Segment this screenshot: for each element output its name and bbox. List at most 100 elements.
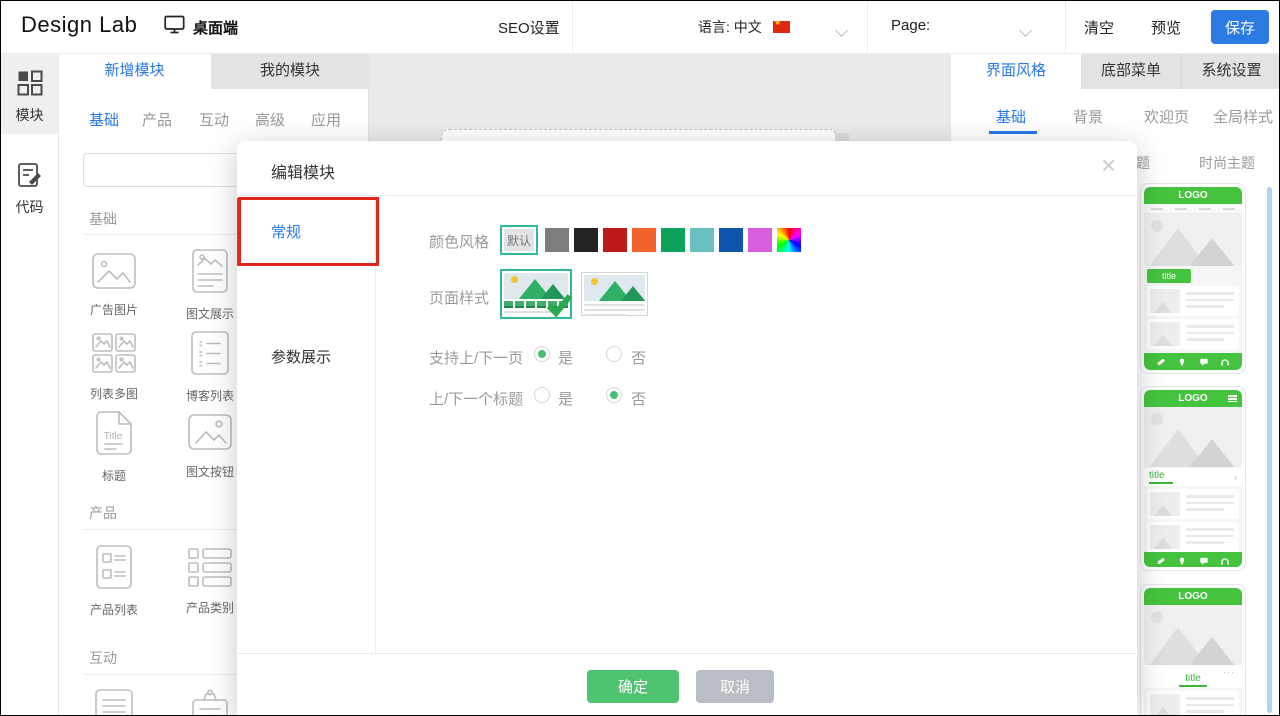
nav-dashes bbox=[1144, 204, 1242, 214]
subtab-apps[interactable]: 应用 bbox=[311, 109, 341, 130]
sidebar-item-label: 代码 bbox=[1, 197, 58, 217]
clear-button[interactable]: 清空 bbox=[1084, 17, 1114, 38]
seo-settings-button[interactable]: SEO设置 bbox=[498, 17, 560, 38]
tab-footer-menu[interactable]: 底部菜单 bbox=[1081, 53, 1181, 89]
chat-icon bbox=[1199, 556, 1209, 566]
color-swatch[interactable] bbox=[574, 228, 598, 252]
template-card-2[interactable]: LOGO title › bbox=[1140, 386, 1246, 571]
more-icon: ··· bbox=[1223, 667, 1235, 677]
vertical-scrollbar[interactable] bbox=[1267, 187, 1272, 713]
phone-icon bbox=[1156, 357, 1166, 367]
dialog-nav: 常规 参数展示 bbox=[237, 196, 376, 653]
active-nav-indicator bbox=[237, 198, 241, 266]
sidebar-item-code[interactable]: 代码 bbox=[1, 146, 58, 226]
icon-sidebar: 模块 代码 bbox=[1, 53, 59, 716]
sidebar-item-modules[interactable]: 模块 bbox=[1, 54, 58, 134]
color-swatch[interactable] bbox=[661, 228, 685, 252]
tab-system-settings[interactable]: 系统设置 bbox=[1181, 53, 1280, 89]
module-label: 图文按钮 bbox=[186, 463, 234, 480]
color-swatch[interactable] bbox=[690, 228, 714, 252]
color-swatch[interactable] bbox=[603, 228, 627, 252]
template-logo: LOGO bbox=[1178, 393, 1207, 404]
nav-item-params[interactable]: 参数展示 bbox=[271, 346, 361, 367]
theme-fashion-label[interactable]: 时尚主题 bbox=[1199, 153, 1255, 173]
template-title-tab: title ··· bbox=[1144, 665, 1242, 688]
radio-label-no[interactable]: 否 bbox=[631, 347, 646, 368]
radio-title-yes[interactable] bbox=[534, 387, 550, 403]
module-title[interactable]: Title 标题 bbox=[66, 411, 162, 484]
module-label: 产品类别 bbox=[186, 599, 234, 616]
image-placeholder bbox=[1144, 407, 1242, 467]
app-logo: Design Lab bbox=[21, 12, 137, 38]
template-title-badge: title bbox=[1147, 269, 1191, 283]
title-page-icon: Title bbox=[96, 411, 132, 460]
prev-next-title-label: 上/下一个标题 bbox=[429, 388, 523, 409]
nav-item-general[interactable]: 常规 bbox=[271, 221, 361, 242]
template-footer bbox=[1144, 552, 1242, 567]
headset-icon bbox=[1220, 357, 1230, 367]
subtab-basic[interactable]: 基础 bbox=[89, 109, 119, 130]
close-icon[interactable]: × bbox=[1101, 152, 1116, 178]
radio-label-no[interactable]: 否 bbox=[631, 388, 646, 409]
page-style-label: 页面样式 bbox=[429, 287, 489, 308]
monitor-icon bbox=[164, 15, 185, 39]
list-item bbox=[1147, 286, 1239, 316]
page-style-option-2[interactable] bbox=[581, 272, 648, 316]
rsubtab-welcome[interactable]: 欢迎页 bbox=[1144, 106, 1189, 127]
radio-prev-next-no[interactable] bbox=[606, 346, 622, 362]
module-ad-image[interactable]: 广告图片 bbox=[66, 253, 162, 318]
rsubtab-global[interactable]: 全局样式 bbox=[1213, 106, 1273, 127]
subtab-interact[interactable]: 互动 bbox=[199, 109, 229, 130]
subtab-product[interactable]: 产品 bbox=[142, 109, 172, 130]
chevron-down-icon[interactable] bbox=[837, 22, 846, 40]
module-form[interactable] bbox=[66, 689, 162, 716]
template-logo: LOGO bbox=[1178, 591, 1207, 602]
module-product-list[interactable]: 产品列表 bbox=[66, 545, 162, 618]
color-swatch-default[interactable]: 默认 bbox=[500, 225, 538, 255]
selected-check-icon bbox=[545, 293, 573, 322]
radio-label-yes[interactable]: 是 bbox=[558, 347, 573, 368]
list-item bbox=[1147, 522, 1239, 552]
color-swatch[interactable] bbox=[748, 228, 772, 252]
page-selector-label[interactable]: Page: bbox=[891, 17, 930, 34]
page-style-option-1[interactable] bbox=[500, 269, 572, 319]
template-card-1[interactable]: LOGO title bbox=[1140, 183, 1246, 374]
headset-icon bbox=[1220, 556, 1230, 566]
color-swatch[interactable] bbox=[545, 228, 569, 252]
section-title-basic: 基础 bbox=[89, 209, 117, 229]
rsubtab-background[interactable]: 背景 bbox=[1073, 106, 1103, 127]
color-swatch[interactable] bbox=[719, 228, 743, 252]
rsubtab-basic[interactable]: 基础 bbox=[996, 106, 1026, 127]
template-title-link: title › bbox=[1144, 468, 1242, 486]
category-icon bbox=[188, 547, 232, 592]
template-card-3[interactable]: LOGO title ··· bbox=[1140, 584, 1246, 716]
ok-button[interactable]: 确定 bbox=[587, 670, 679, 703]
tab-my-modules[interactable]: 我的模块 bbox=[211, 53, 369, 89]
module-list-multi-image[interactable]: 列表多图 bbox=[66, 333, 162, 402]
language-selector[interactable]: 语言: 中文 bbox=[698, 17, 762, 37]
list-icon bbox=[191, 331, 229, 380]
radio-title-no[interactable] bbox=[606, 387, 622, 403]
tab-interface-style[interactable]: 界面风格 bbox=[951, 53, 1081, 89]
cancel-button[interactable]: 取消 bbox=[696, 670, 774, 703]
tab-new-modules[interactable]: 新增模块 bbox=[58, 53, 211, 89]
chevron-down-icon[interactable] bbox=[1021, 22, 1030, 40]
image-button-icon bbox=[188, 413, 232, 456]
chevron-right-icon: › bbox=[1234, 472, 1237, 482]
color-swatch[interactable] bbox=[632, 228, 656, 252]
dialog-header: 编辑模块 × bbox=[237, 141, 1137, 196]
device-toggle-desktop[interactable]: 桌面端 bbox=[164, 15, 238, 39]
save-button[interactable]: 保存 bbox=[1211, 10, 1269, 44]
color-swatch-rainbow[interactable] bbox=[777, 228, 801, 252]
module-label: 博客列表 bbox=[186, 387, 234, 404]
subtab-advanced[interactable]: 高级 bbox=[255, 109, 285, 130]
module-label: 列表多图 bbox=[90, 385, 138, 402]
location-pin-icon bbox=[1177, 556, 1187, 566]
preview-button[interactable]: 预览 bbox=[1151, 17, 1181, 38]
radio-label-yes[interactable]: 是 bbox=[558, 388, 573, 409]
list-item bbox=[1147, 319, 1239, 349]
radio-prev-next-yes[interactable] bbox=[534, 346, 550, 362]
image-placeholder bbox=[1144, 214, 1242, 266]
module-label: 产品列表 bbox=[90, 601, 138, 618]
chat-icon bbox=[1199, 357, 1209, 367]
